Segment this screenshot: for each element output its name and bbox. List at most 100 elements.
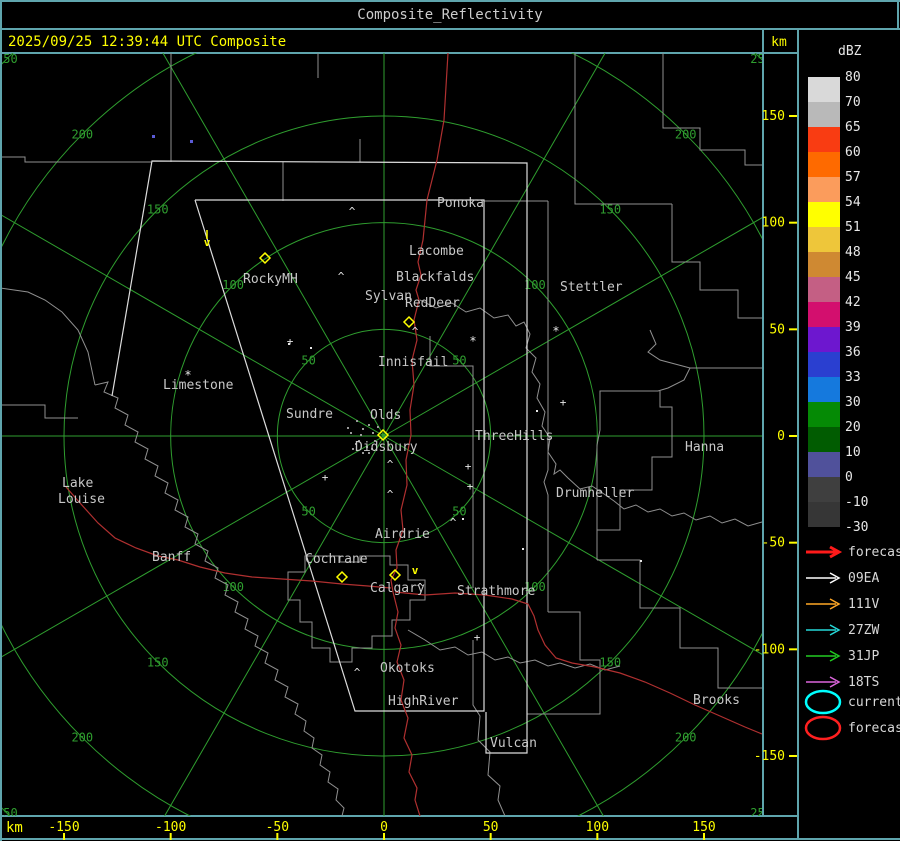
- ring-label: 200: [675, 731, 697, 745]
- ground-clutter-dot: [362, 428, 364, 430]
- y-axis-tick: [789, 115, 797, 118]
- v-marker: v: [412, 564, 419, 577]
- radar-map-display: 5050505010010010010015015015015020020020…: [0, 52, 900, 840]
- map-dot: [640, 560, 642, 562]
- map-symbol-+: +: [560, 396, 567, 409]
- city-label: Okotoks: [380, 661, 435, 676]
- ring-label: 200: [71, 127, 93, 141]
- radar-center-dot: [382, 434, 385, 437]
- radial-line: [2, 214, 385, 437]
- county-boundary: [287, 555, 426, 663]
- y-axis-tick: [789, 435, 797, 437]
- city-label: RockyMH: [243, 272, 298, 287]
- colorbar-swatch: [808, 277, 840, 302]
- colorbar-swatch: [808, 302, 840, 327]
- city-label: Hanna: [685, 440, 724, 455]
- x-axis-tick: [489, 833, 492, 840]
- map-layer: 5050505010010010010015015015015020020020…: [0, 52, 772, 820]
- map-symbol-^: ^: [354, 666, 361, 679]
- ground-clutter-dot: [360, 434, 362, 436]
- city-label: Vulcan: [490, 736, 537, 751]
- city-label: Didsbury: [355, 440, 418, 455]
- city-label: HighRiver: [388, 694, 459, 709]
- legend-label: forecast: [848, 721, 900, 736]
- colorbar-label: -30: [845, 520, 868, 535]
- city-label: Stettler: [560, 280, 623, 295]
- x-axis-tick: [383, 833, 385, 840]
- county-boundary: [596, 367, 691, 560]
- radial-line: [162, 53, 385, 437]
- ground-clutter-dot: [377, 426, 379, 428]
- county-boundary: [647, 329, 762, 369]
- x-axis-tick: [169, 833, 172, 840]
- county-boundary: [543, 201, 549, 612]
- map-symbol-*: *: [552, 324, 559, 338]
- legend-label: current: [848, 695, 900, 710]
- colorbar-swatch: [808, 102, 840, 127]
- colorbar-label: 80: [845, 70, 861, 85]
- x-axis-tick-label: -100: [155, 820, 186, 835]
- ring-label: 250: [750, 806, 772, 820]
- map-symbol-+: +: [465, 460, 472, 473]
- colorbar-swatch: [808, 202, 840, 227]
- ring-label: 100: [222, 278, 244, 292]
- colorbar-label: -10: [845, 495, 868, 510]
- city-label: Cochrane: [305, 552, 368, 567]
- county-boundary: [2, 287, 96, 386]
- city-label: Brooks: [693, 693, 740, 708]
- legend-ellipse: [804, 715, 842, 741]
- ring-label: 250: [0, 52, 18, 66]
- colorbar-label: 65: [845, 120, 861, 135]
- legend-label: 27ZW: [848, 623, 879, 638]
- y-axis-tick-label: 150: [762, 109, 785, 124]
- range-ring-250: [2, 53, 762, 816]
- colorbar-label: 54: [845, 195, 861, 210]
- radar-echo: [152, 135, 155, 138]
- ring-label: 150: [147, 203, 169, 217]
- radar-app-window: Composite_Reflectivity 2025/09/25 12:39:…: [0, 0, 900, 841]
- colorbar-swatch: [808, 502, 840, 527]
- ground-clutter-dot: [350, 432, 352, 434]
- city-label: Banff: [152, 550, 191, 565]
- y-axis-tick-label: 100: [762, 216, 785, 231]
- ring-label: 200: [71, 731, 93, 745]
- radar-site-diamond: [335, 570, 349, 584]
- map-symbol-^: ^: [387, 488, 394, 501]
- ring-label: 150: [147, 655, 169, 669]
- y-axis-tick: [789, 754, 797, 757]
- map-dot: [288, 343, 290, 345]
- y-axis-tick-label: 0: [777, 429, 785, 444]
- colorbar-swatch: [808, 227, 840, 252]
- county-boundary: [597, 559, 762, 689]
- map-symbol-+: +: [322, 471, 329, 484]
- city-label: Sundre: [286, 407, 333, 422]
- colorbar-label: 57: [845, 170, 861, 185]
- county-boundary: [2, 404, 78, 419]
- map-symbol-*: *: [469, 334, 476, 348]
- ground-clutter-dot: [368, 424, 370, 426]
- ring-label: 150: [599, 655, 621, 669]
- colorbar-swatch: [808, 177, 840, 202]
- map-dot: [462, 518, 464, 520]
- ring-label: 50: [301, 354, 315, 368]
- county-boundary: [94, 381, 345, 816]
- ring-label: 200: [675, 127, 697, 141]
- colorbar-label: 20: [845, 420, 861, 435]
- city-label: Ponoka: [437, 196, 484, 211]
- city-label: Lacombe: [409, 244, 464, 259]
- colorbar-label: 0: [845, 470, 853, 485]
- x-axis-tick: [63, 833, 66, 840]
- city-label: ThreeHills: [475, 429, 553, 444]
- ring-label: 50: [452, 354, 466, 368]
- legend-label: 18TS: [848, 675, 879, 690]
- legend-label: 31JP: [848, 649, 879, 664]
- county-boundary: [2, 156, 152, 163]
- ring-label: 150: [599, 203, 621, 217]
- y-axis-tick-label: 50: [769, 322, 785, 337]
- ground-clutter-dot: [372, 432, 374, 434]
- ground-clutter-dot: [347, 427, 349, 429]
- x-axis-tick: [276, 833, 279, 840]
- map-symbol-^: ^: [387, 458, 394, 471]
- map-symbol-+: +: [287, 335, 294, 348]
- x-axis-tick: [702, 833, 705, 840]
